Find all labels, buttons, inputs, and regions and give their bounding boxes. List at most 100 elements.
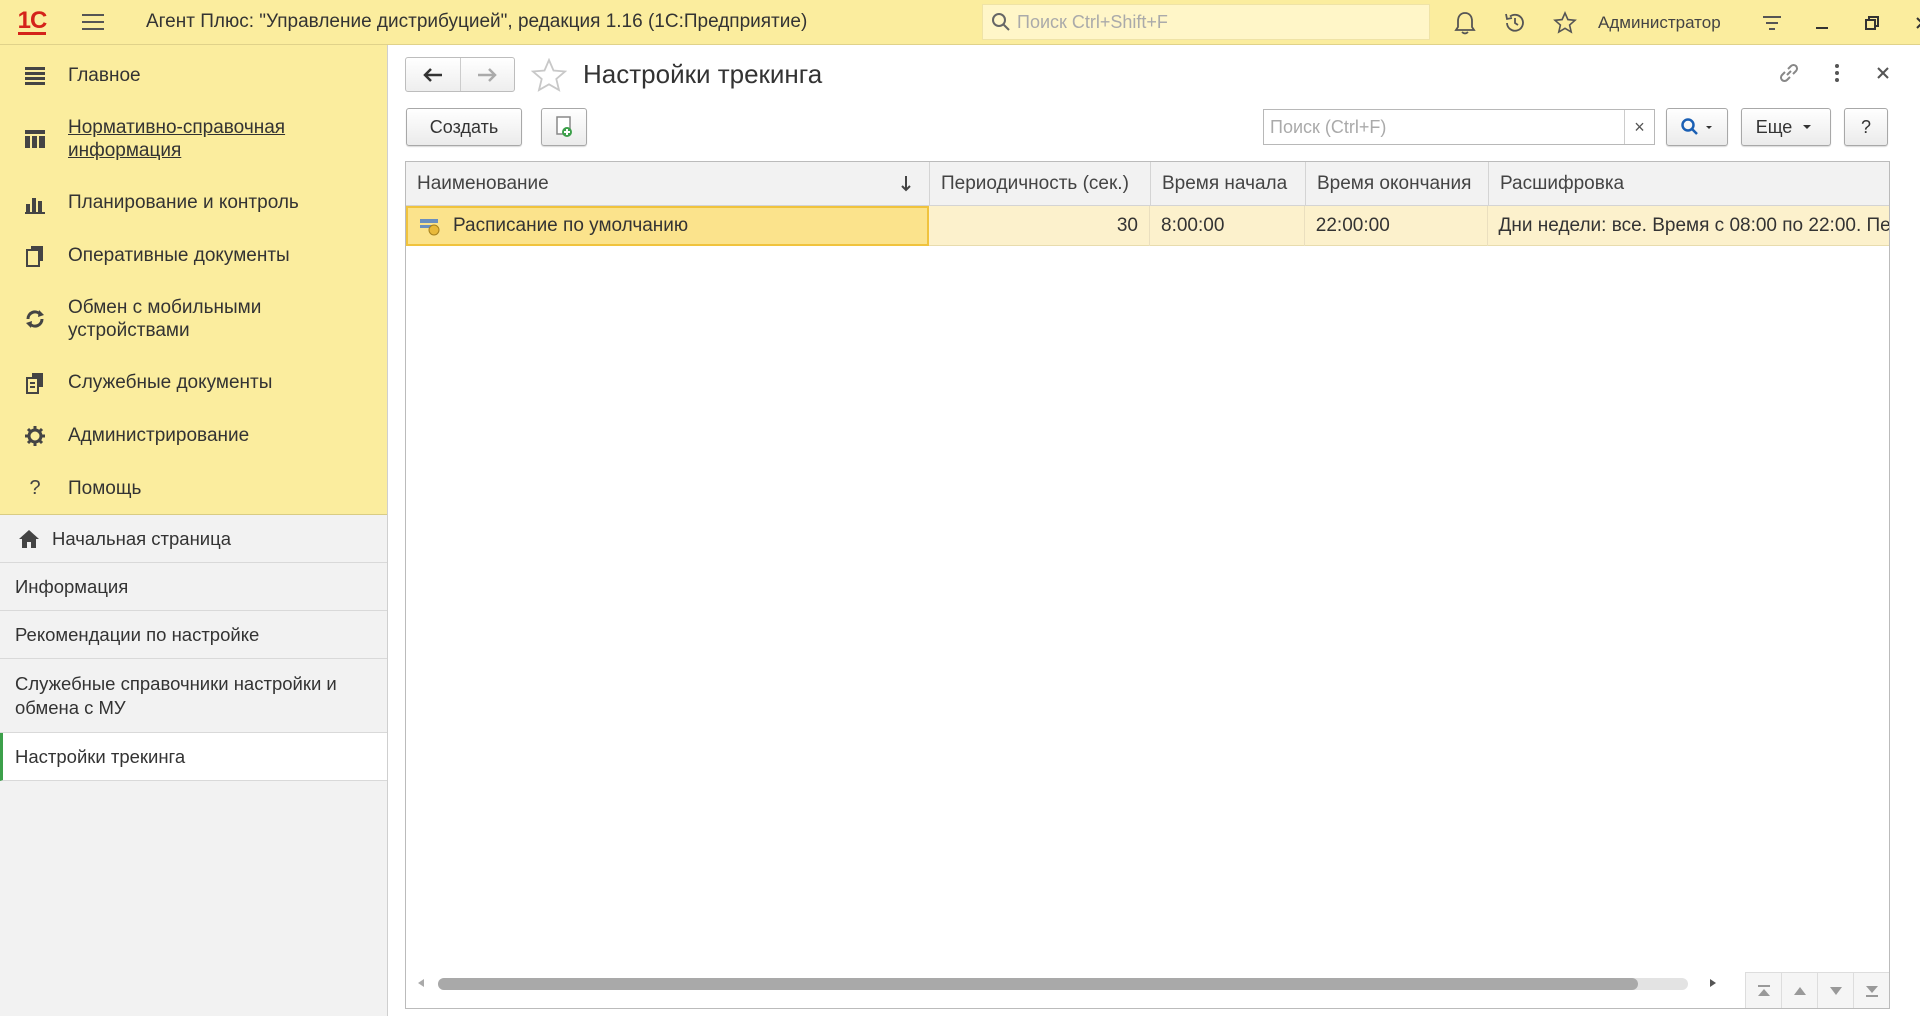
add-copy-icon (556, 116, 572, 137)
section-main[interactable]: Главное (0, 49, 387, 102)
notifications-bell-icon[interactable] (1440, 0, 1490, 45)
nav-item-label: Рекомендации по настройке (15, 623, 260, 645)
create-button[interactable]: Создать (406, 108, 522, 146)
home-icon (19, 529, 39, 548)
next-row-button[interactable] (1817, 972, 1853, 1008)
section-administration[interactable]: Администрирование (0, 409, 387, 462)
documents-icon (22, 243, 48, 269)
cell-description[interactable]: Дни недели: все. Время с 08:00 по 22:00.… (1488, 206, 1889, 246)
close-window-icon[interactable] (1897, 0, 1920, 45)
service-documents-icon (22, 370, 48, 396)
page-title: Настройки трекинга (583, 59, 823, 89)
current-user[interactable]: Администратор (1598, 13, 1721, 33)
catalog-icon (22, 126, 48, 152)
help-icon: ? (29, 477, 41, 499)
search-icon (1681, 118, 1712, 135)
sort-arrow-down-icon (901, 176, 911, 192)
list-table: Наименование Периодичность (сек.) Время … (405, 161, 1890, 1009)
forward-button[interactable] (459, 58, 515, 91)
scroll-right-arrow-icon[interactable] (1710, 979, 1716, 987)
main-menu-icon[interactable] (82, 0, 112, 45)
first-row-button[interactable] (1745, 972, 1781, 1008)
more-button[interactable]: Еще (1741, 108, 1831, 146)
section-label: Администрирование (68, 425, 250, 446)
clear-search-button[interactable]: × (1624, 110, 1654, 144)
section-label: Оперативные документы (68, 245, 290, 266)
scroll-left-arrow-icon[interactable] (418, 979, 424, 987)
minimize-icon[interactable] (1797, 0, 1847, 45)
cell-name[interactable]: Расписание по умолчанию (406, 206, 930, 246)
section-label: Планирование и контроль (68, 192, 299, 213)
chart-icon (22, 190, 48, 216)
section-operational-documents[interactable]: Оперативные документы (0, 229, 387, 282)
history-nav (405, 57, 515, 92)
back-button[interactable] (406, 58, 460, 91)
nav-item-label: Настройки трекинга (15, 745, 186, 767)
nav-item-label: Служебные справочники настройки и обмена… (15, 672, 337, 718)
1c-logo[interactable]: 1С (0, 0, 64, 45)
app-title: Агент Плюс: "Управление дистрибуцией", р… (146, 11, 808, 32)
cell-period[interactable]: 30 (929, 206, 1150, 246)
section-service-documents[interactable]: Служебные документы (0, 356, 387, 409)
horizontal-scrollbar[interactable] (414, 972, 1716, 996)
arrow-right-icon (478, 67, 498, 82)
section-label: Помощь (68, 478, 142, 499)
previous-row-button[interactable] (1781, 972, 1817, 1008)
sidebar: Главное Нормативно-справочная информация… (0, 45, 388, 1016)
arrow-left-icon (422, 67, 442, 82)
section-label: Главное (68, 65, 141, 86)
restore-window-icon[interactable] (1847, 0, 1897, 45)
last-row-button[interactable] (1853, 972, 1889, 1008)
scroll-thumb[interactable] (438, 978, 1638, 990)
column-header-start-time[interactable]: Время начала (1151, 162, 1306, 206)
section-help[interactable]: ? Помощь (0, 462, 387, 515)
nav-item-label: Информация (15, 575, 129, 597)
copy-button[interactable] (541, 108, 587, 146)
title-bar: 1С Агент Плюс: "Управление дистрибуцией"… (0, 0, 1920, 45)
settings-menu-icon[interactable] (1747, 0, 1797, 45)
table-header: Наименование Периодичность (сек.) Время … (406, 162, 1889, 206)
navigation-panel: Начальная страница Информация Рекомендац… (0, 515, 387, 781)
section-planning[interactable]: Планирование и контроль (0, 176, 387, 229)
link-icon[interactable] (1777, 61, 1801, 85)
global-search-placeholder: Поиск Ctrl+Shift+F (1017, 11, 1168, 32)
menu-icon (22, 63, 48, 89)
cell-start-time[interactable]: 8:00:00 (1150, 206, 1305, 246)
help-button[interactable]: ? (1844, 108, 1888, 146)
more-actions-dots-icon[interactable] (1825, 61, 1849, 85)
close-form-icon[interactable] (1871, 61, 1895, 85)
row-navigation (1745, 972, 1889, 1008)
nav-item-label: Начальная страница (52, 527, 232, 549)
favorites-star-icon[interactable] (1540, 0, 1590, 45)
sync-icon (22, 306, 48, 332)
column-header-name[interactable]: Наименование (406, 162, 930, 206)
nav-item-service-catalogs[interactable]: Служебные справочники настройки и обмена… (0, 659, 387, 733)
chevron-down-icon (1803, 125, 1812, 129)
section-mobile-exchange[interactable]: Обмен с мобильными устройствами (0, 282, 387, 356)
search-icon (992, 13, 1010, 31)
scroll-up-icon (1793, 986, 1806, 995)
table-row[interactable]: Расписание по умолчанию 30 8:00:00 22:00… (406, 206, 1889, 246)
history-icon[interactable] (1490, 0, 1540, 45)
list-search-input[interactable] (1264, 110, 1624, 144)
scroll-down-icon (1829, 986, 1842, 995)
column-header-period[interactable]: Периодичность (сек.) (930, 162, 1151, 206)
section-label: Служебные документы (68, 372, 273, 393)
cell-end-time[interactable]: 22:00:00 (1305, 206, 1488, 246)
column-header-end-time[interactable]: Время окончания (1306, 162, 1489, 206)
column-header-description[interactable]: Расшифровка (1489, 162, 1889, 206)
main-form: Настройки трекинга Создать × Еще ? Наиме… (389, 45, 1920, 1016)
nav-item-home[interactable]: Начальная страница (0, 515, 387, 563)
section-reference-info[interactable]: Нормативно-справочная информация (0, 102, 387, 176)
nav-item-information[interactable]: Информация (0, 563, 387, 611)
schedule-item-icon (420, 219, 440, 236)
scroll-bottom-icon (1865, 985, 1878, 997)
global-search-input[interactable]: Поиск Ctrl+Shift+F (982, 4, 1430, 40)
nav-item-tracking-settings[interactable]: Настройки трекинга (0, 733, 387, 781)
search-options-button[interactable] (1666, 108, 1728, 146)
add-to-favorites-star-icon[interactable] (531, 58, 567, 92)
nav-item-setup-recommendations[interactable]: Рекомендации по настройке (0, 611, 387, 659)
gear-icon (22, 423, 48, 449)
sections-panel: Главное Нормативно-справочная информация… (0, 45, 387, 515)
more-button-label: Еще (1755, 116, 1793, 137)
